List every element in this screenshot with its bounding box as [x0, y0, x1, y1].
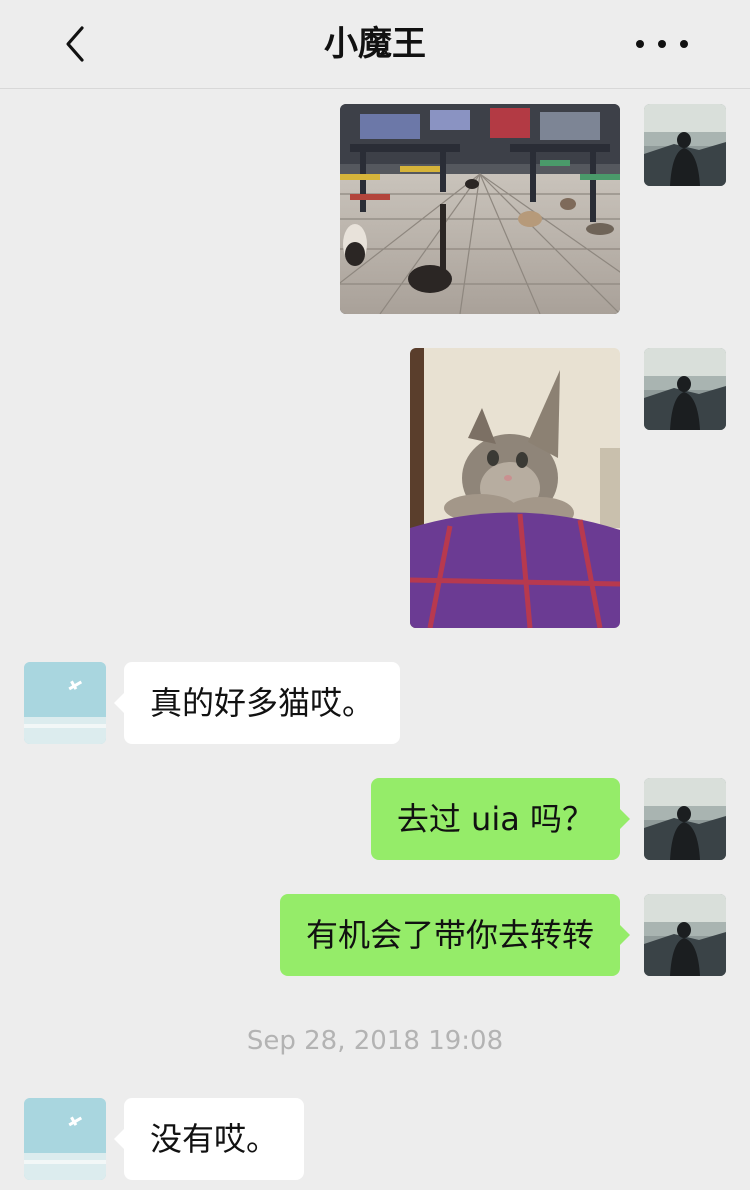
message-text-bubble[interactable]: 去过 uia 吗？ [370, 778, 631, 860]
message-text-bubble[interactable]: 没有哎。 [113, 1098, 305, 1180]
message-text-bubble[interactable]: 有机会了带你去转转 [279, 894, 631, 976]
message-image-kitten[interactable] [410, 348, 620, 628]
avatar-friend[interactable] [24, 1098, 106, 1180]
more-dots-icon [636, 40, 644, 48]
chat-header: 小魔王 [0, 0, 750, 89]
avatar-me[interactable] [644, 894, 726, 976]
message-text-bubble[interactable]: 真的好多猫哎。 [113, 662, 401, 744]
avatar-me[interactable] [644, 104, 726, 186]
message-image-cafeteria-cats[interactable] [340, 104, 620, 314]
avatar-friend[interactable] [24, 662, 106, 744]
avatar-friend-photo [24, 662, 106, 744]
avatar-me[interactable] [644, 348, 726, 430]
more-options-button[interactable] [636, 28, 688, 60]
cafeteria-cats-photo [340, 104, 620, 314]
kitten-photo [410, 348, 620, 628]
avatar-me-photo [644, 104, 726, 186]
avatar-me[interactable] [644, 778, 726, 860]
message-timestamp: Sep 28, 2018 19:08 [246, 1026, 504, 1056]
